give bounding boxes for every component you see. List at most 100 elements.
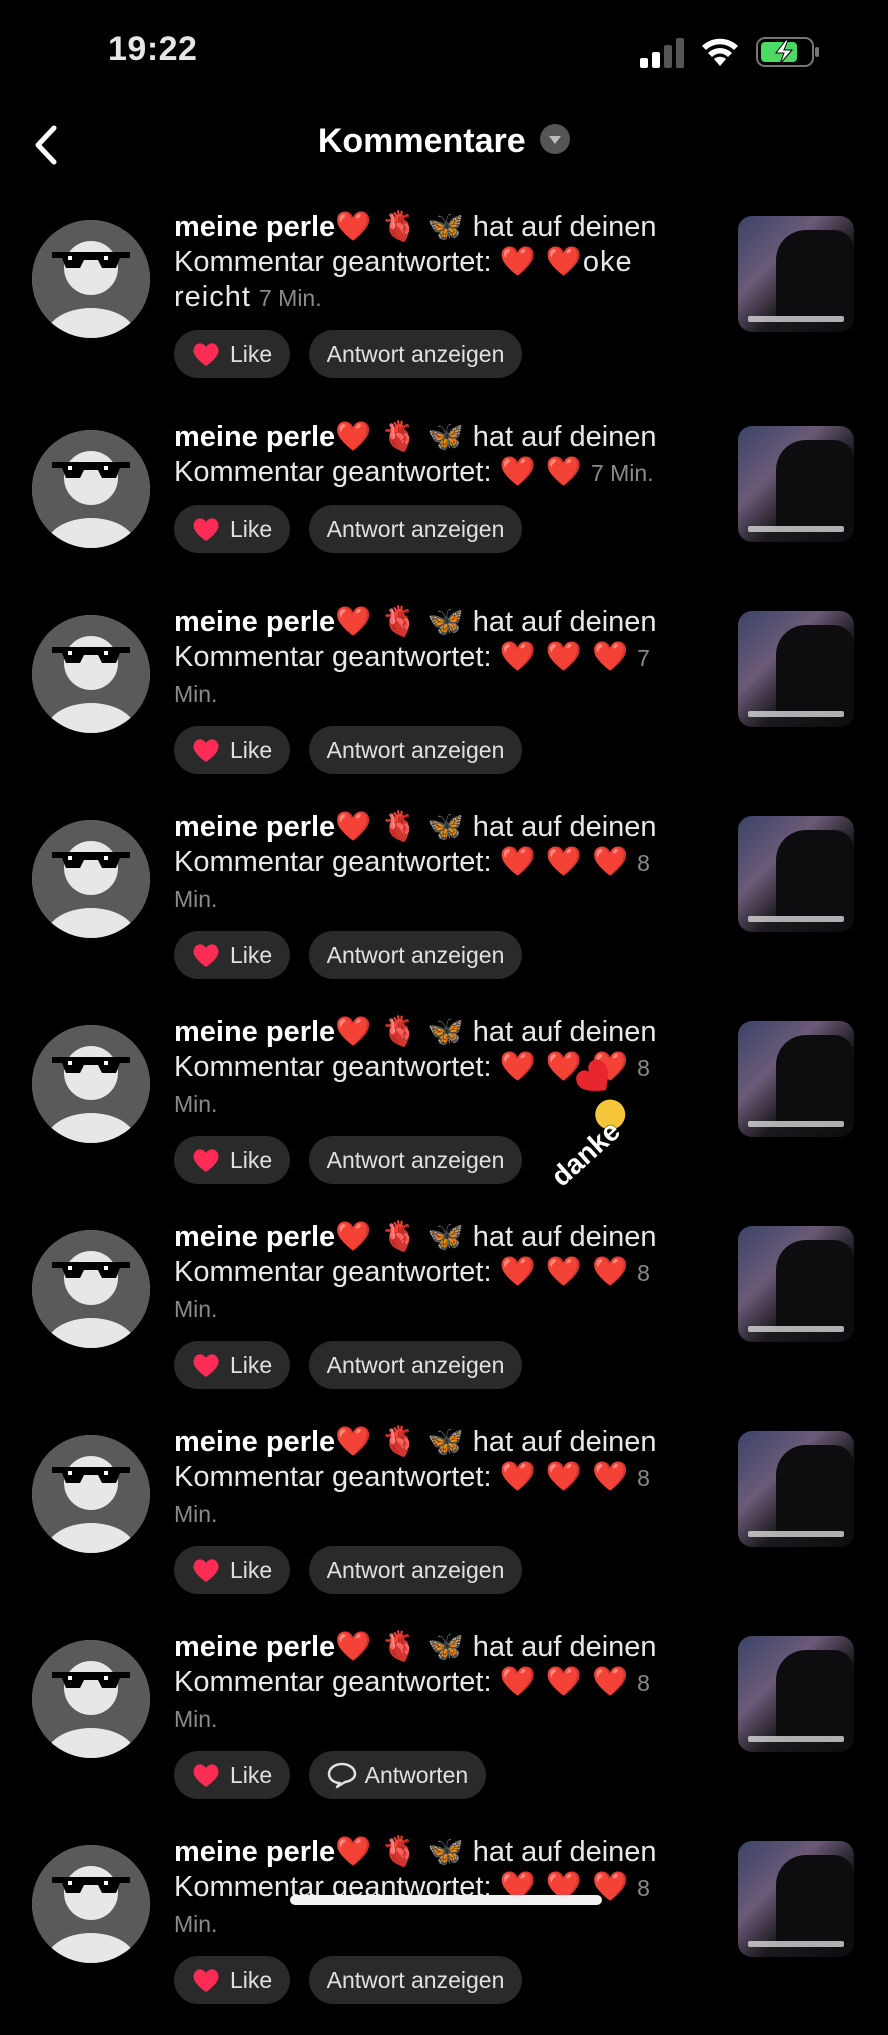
username[interactable]: meine perle	[174, 1631, 335, 1663]
heart-icon	[193, 1149, 219, 1172]
username[interactable]: meine perle	[174, 211, 335, 243]
like-button[interactable]: Like	[174, 1751, 291, 1799]
notification-item[interactable]: meine perle❤️ 🫀 🦋 hat auf deinen Komment…	[0, 810, 888, 1010]
username[interactable]: meine perle	[174, 606, 335, 638]
video-thumbnail[interactable]	[738, 426, 854, 542]
heart-icon	[193, 944, 219, 967]
like-button[interactable]: Like	[174, 1956, 291, 2004]
notification-item[interactable]: meine perle❤️ 🫀 🦋 hat auf deinen Komment…	[0, 1425, 888, 1625]
notification-content: meine perle❤️ 🫀 🦋 hat auf deinen Komment…	[174, 1425, 684, 1594]
actions: Like Antwort anzeigen	[174, 1341, 684, 1389]
video-thumbnail[interactable]	[738, 1226, 854, 1342]
show-replies-button[interactable]: Antwort anzeigen	[308, 330, 523, 378]
heart-icon	[193, 518, 219, 541]
thumbnail-caption	[748, 1326, 844, 1332]
heart-icon	[193, 1764, 219, 1787]
username[interactable]: meine perle	[174, 1221, 335, 1253]
chevron-down-icon[interactable]	[540, 123, 571, 154]
avatar[interactable]	[32, 1230, 150, 1348]
notification-item[interactable]: meine perle❤️ 🫀 🦋 hat auf deinen Komment…	[0, 1835, 888, 2035]
notification-item[interactable]: meine perle❤️ 🫀 🦋 hat auf deinen Komment…	[0, 1220, 888, 1420]
notification-content: meine perle❤️ 🫀 🦋 hat auf deinen Komment…	[174, 810, 684, 979]
avatar[interactable]	[32, 1435, 150, 1553]
thumbnail-caption	[748, 1121, 844, 1127]
username-emoji: ❤️ 🫀 🦋	[335, 211, 465, 243]
home-indicator[interactable]	[290, 1895, 602, 1905]
username[interactable]: meine perle	[174, 421, 335, 453]
battery-charging-icon	[756, 37, 819, 67]
notification-item[interactable]: meine perle❤️ 🫀 🦋 hat auf deinen Komment…	[0, 210, 888, 410]
thumbnail-figure	[776, 1035, 854, 1127]
like-button[interactable]: Like	[174, 931, 291, 979]
avatar[interactable]	[32, 1025, 150, 1143]
thumbnail-figure	[776, 440, 854, 532]
username[interactable]: meine perle	[174, 1836, 335, 1868]
avatar[interactable]	[32, 820, 150, 938]
like-button[interactable]: Like	[174, 330, 291, 378]
notification-item[interactable]: meine perle❤️ 🫀 🦋 hat auf deinen Komment…	[0, 1630, 888, 1830]
thumbnail-caption	[748, 526, 844, 532]
video-thumbnail[interactable]	[738, 1021, 854, 1137]
notification-item[interactable]: meine perle❤️ 🫀 🦋 hat auf deinen Komment…	[0, 1015, 888, 1215]
like-button[interactable]: Like	[174, 1546, 291, 1594]
avatar[interactable]	[32, 615, 150, 733]
thumbnail-figure	[776, 1855, 854, 1947]
header: Kommentare	[0, 110, 888, 180]
avatar[interactable]	[32, 220, 150, 338]
username-emoji: ❤️ 🫀 🦋	[335, 1426, 465, 1458]
video-thumbnail[interactable]	[738, 816, 854, 932]
notification-item[interactable]: meine perle❤️ 🫀 🦋 hat auf deinen Komment…	[0, 605, 888, 805]
video-thumbnail[interactable]	[738, 1431, 854, 1547]
username-emoji: ❤️ 🫀 🦋	[335, 811, 465, 843]
like-button[interactable]: Like	[174, 1136, 291, 1184]
thumbnail-caption	[748, 1531, 844, 1537]
thumbnail-caption	[748, 711, 844, 717]
notification-content: meine perle❤️ 🫀 🦋 hat auf deinen Komment…	[174, 210, 684, 378]
heart-icon	[193, 343, 219, 366]
like-button[interactable]: Like	[174, 726, 291, 774]
show-replies-button[interactable]: Antwort anzeigen	[308, 1136, 523, 1184]
like-label: Like	[230, 736, 273, 763]
thumbnail-caption	[748, 916, 844, 922]
show-replies-button[interactable]: Antwort anzeigen	[308, 1341, 523, 1389]
like-button[interactable]: Like	[174, 1341, 291, 1389]
reply-text: ❤️ ❤️ ❤️	[499, 1666, 630, 1698]
show-replies-button[interactable]: Antwort anzeigen	[308, 1956, 523, 2004]
username[interactable]: meine perle	[174, 1016, 335, 1048]
username-emoji: ❤️ 🫀 🦋	[335, 1836, 465, 1868]
username[interactable]: meine perle	[174, 1426, 335, 1458]
video-thumbnail[interactable]	[738, 216, 854, 332]
show-replies-button[interactable]: Antwort anzeigen	[308, 1546, 523, 1594]
username[interactable]: meine perle	[174, 811, 335, 843]
actions: Like Antwort anzeigen	[174, 931, 684, 979]
avatar-icon	[32, 1640, 150, 1758]
notification-text: meine perle❤️ 🫀 🦋 hat auf deinen Komment…	[174, 1425, 684, 1532]
avatar-icon	[32, 220, 150, 338]
wifi-icon	[702, 38, 738, 66]
like-label: Like	[230, 1556, 273, 1583]
reply-text: ❤️ ❤️ ❤️	[499, 846, 630, 878]
avatar-icon	[32, 615, 150, 733]
reply-text: ❤️ ❤️ ❤️	[499, 1461, 630, 1493]
notification-content: meine perle❤️ 🫀 🦋 hat auf deinen Komment…	[174, 420, 684, 553]
video-thumbnail[interactable]	[738, 1841, 854, 1957]
notification-item[interactable]: meine perle❤️ 🫀 🦋 hat auf deinen Komment…	[0, 420, 888, 620]
reply-button[interactable]: Antworten	[308, 1751, 487, 1799]
timestamp: 7 Min.	[590, 460, 654, 486]
like-label: Like	[230, 1146, 273, 1173]
avatar[interactable]	[32, 1640, 150, 1758]
show-replies-button[interactable]: Antwort anzeigen	[308, 931, 523, 979]
video-thumbnail[interactable]	[738, 611, 854, 727]
show-replies-button[interactable]: Antwort anzeigen	[308, 505, 523, 553]
avatar[interactable]	[32, 1845, 150, 1963]
show-replies-button[interactable]: Antwort anzeigen	[308, 726, 523, 774]
video-thumbnail[interactable]	[738, 1636, 854, 1752]
header-title-group[interactable]: Kommentare	[0, 122, 888, 161]
action-label: Antwort anzeigen	[326, 1351, 505, 1378]
username-emoji: ❤️ 🫀 🦋	[335, 606, 465, 638]
avatar[interactable]	[32, 430, 150, 548]
avatar-icon	[32, 1230, 150, 1348]
like-button[interactable]: Like	[174, 505, 291, 553]
heart-icon	[193, 739, 219, 762]
notification-content: meine perle❤️ 🫀 🦋 hat auf deinen Komment…	[174, 605, 684, 774]
